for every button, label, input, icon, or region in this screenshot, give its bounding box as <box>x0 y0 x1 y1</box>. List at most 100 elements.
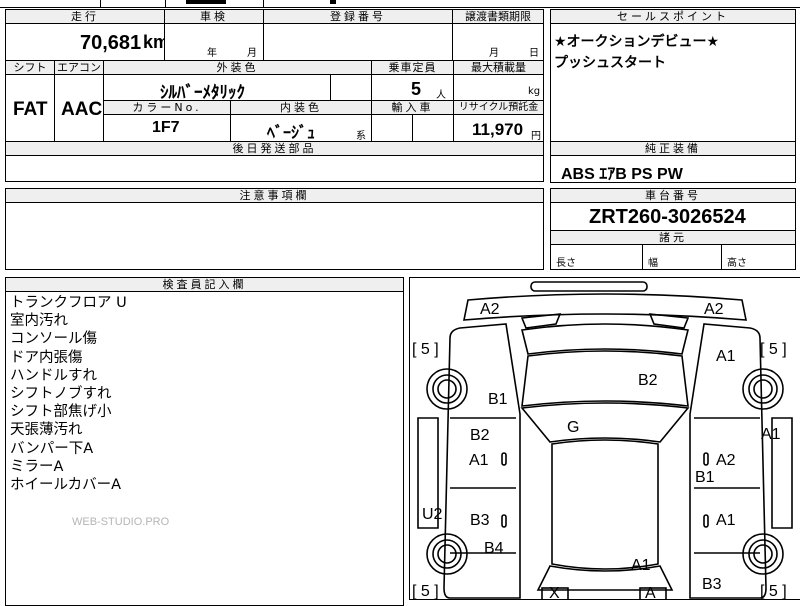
sales-point-2: プッシュスタート <box>554 55 666 71</box>
sales-points-cell: ★オークションデビュー★ プッシュスタート <box>550 23 796 142</box>
note-line: バンパー下A <box>10 440 94 457</box>
header-capacity: 乗車定員 <box>371 60 454 75</box>
header-genuine-equipment: 純正装備 <box>550 141 796 156</box>
header-exterior-color: 外装色 <box>103 60 372 75</box>
header-interior-color: 内装色 <box>230 100 372 115</box>
damage-mark: A2 <box>704 301 724 318</box>
interior-color-suffix: 系 <box>356 131 366 142</box>
max-load-unit: kg <box>528 86 541 97</box>
tire-score: [ 5 ] <box>412 583 439 600</box>
header-registration: 登録番号 <box>263 9 453 24</box>
inspector-notes-cell: トランクフロア U 室内汚れ コンソール傷 ドア内張傷 ハンドルすれ シフトノブ… <box>5 291 404 606</box>
header-color-no: カラーNo. <box>103 100 231 115</box>
mileage-value: 70,681 <box>80 32 142 54</box>
damage-mark: A1 <box>631 557 651 574</box>
equipment-cell: ABS ｴｱB PS PW <box>550 155 796 183</box>
tire-score: [ 5 ] <box>760 583 787 600</box>
capacity-cell: 5 人 <box>371 74 454 101</box>
damage-mark: B4 <box>484 540 504 557</box>
damage-mark: U2 <box>422 506 443 523</box>
inspection-cell: 年 月 <box>164 23 264 61</box>
damage-mark: B1 <box>488 391 508 408</box>
header-inspection: 車検 <box>164 9 264 24</box>
exterior-color-sub-cell <box>330 74 372 101</box>
note-line: シフト部焦げ小 <box>10 404 112 421</box>
dimension-width-label: 幅 <box>648 258 658 269</box>
damage-mark: B2 <box>470 427 490 444</box>
tire-score: [ 5 ] <box>412 341 439 358</box>
color-no-cell: 1F7 <box>103 114 231 142</box>
header-aircon: エアコン <box>54 60 104 75</box>
dimension-height-label: 高さ <box>727 258 747 269</box>
damage-mark: B1 <box>695 469 715 486</box>
note-line: ミラーA <box>10 458 64 475</box>
header-transfer-deadline: 譲渡書類期限 <box>452 9 544 24</box>
note-line: ドア内張傷 <box>10 349 83 366</box>
header-inspector-notes: 検査員記入欄 <box>5 277 404 292</box>
dimension-length-cell: 長さ <box>550 244 643 270</box>
aircon-value: AAC <box>61 99 103 120</box>
capacity-unit: 人 <box>436 90 446 101</box>
watermark: WEB-STUDIO.PRO <box>72 516 170 528</box>
car-damage-diagram: A2 A2 A1 B2 B1 A1 G B2 A1 A2 B1 B3 A1 U2… <box>409 277 800 600</box>
equipment-value: ABS ｴｱB PS PW <box>561 166 683 183</box>
damage-mark: A1 <box>469 452 489 469</box>
recycle-fee-cell: 11,970 円 <box>453 114 544 142</box>
shift-value: FAT <box>13 99 48 120</box>
damage-mark: A2 <box>716 452 736 469</box>
damage-mark: G <box>567 419 580 436</box>
registration-cell <box>263 23 453 61</box>
mileage-cell: 70,681 km <box>5 23 169 61</box>
dimension-width-cell: 幅 <box>642 244 722 270</box>
damage-mark: A1 <box>716 348 736 365</box>
import-car-cell-b <box>412 114 454 142</box>
damage-mark: B3 <box>470 512 490 529</box>
top-cropped-strip <box>0 0 800 8</box>
interior-color-cell: ﾍﾞｰｼﾞｭ 系 <box>230 114 372 142</box>
damage-mark: B2 <box>638 372 658 389</box>
header-import-car: 輸入車 <box>371 100 454 115</box>
damage-mark: X <box>549 585 560 600</box>
header-caution: 注意事項欄 <box>5 188 544 203</box>
import-car-cell-a <box>371 114 413 142</box>
dimension-length-label: 長さ <box>556 258 576 269</box>
later-parts-cell <box>5 155 544 182</box>
note-line: 天張薄汚れ <box>10 422 83 439</box>
chassis-number-cell: ZRT260-3026524 <box>550 202 796 231</box>
header-recycle-fee: リサイクル預託金 <box>453 100 544 115</box>
header-dimensions: 諸元 <box>550 230 796 245</box>
recycle-fee-unit: 円 <box>531 131 541 142</box>
header-mileage: 走行 <box>5 9 165 24</box>
note-line: ホイールカバーA <box>10 477 121 494</box>
note-line: ハンドルすれ <box>10 367 97 384</box>
header-shift: シフト <box>5 60 55 75</box>
note-line: コンソール傷 <box>10 331 97 348</box>
damage-mark: A1 <box>761 426 781 443</box>
transfer-month-unit: 月 <box>489 48 499 59</box>
transfer-day-unit: 日 <box>529 48 539 59</box>
inspection-year-unit: 年 <box>207 48 217 59</box>
max-load-cell: kg <box>453 74 544 101</box>
dimension-height-cell: 高さ <box>721 244 796 270</box>
header-chassis-number: 車台番号 <box>550 188 796 203</box>
damage-mark: A1 <box>716 512 736 529</box>
caution-cell <box>5 202 544 270</box>
inspection-month-unit: 月 <box>247 48 257 59</box>
transfer-deadline-cell: 月 日 <box>452 23 544 61</box>
note-line: シフトノブすれ <box>10 386 112 403</box>
aircon-cell: AAC <box>54 74 104 142</box>
note-line: トランクフロア U <box>10 295 127 311</box>
recycle-fee-value: 11,970 <box>472 120 524 139</box>
damage-mark: B3 <box>702 576 722 593</box>
header-max-load: 最大積載量 <box>453 60 544 75</box>
car-outline-svg <box>417 281 793 599</box>
sales-point-1: ★オークションデビュー★ <box>554 34 720 50</box>
note-line: 室内汚れ <box>10 313 68 330</box>
damage-mark: A <box>645 585 656 600</box>
damage-mark: A2 <box>480 301 500 318</box>
tire-score: [ 5 ] <box>760 341 787 358</box>
exterior-color-cell: ｼﾙﾊﾞｰﾒﾀﾘｯｸ <box>103 74 331 102</box>
color-no-value: 1F7 <box>152 119 180 136</box>
capacity-value: 5 <box>411 79 422 99</box>
interior-color-value: ﾍﾞｰｼﾞｭ <box>267 125 316 142</box>
